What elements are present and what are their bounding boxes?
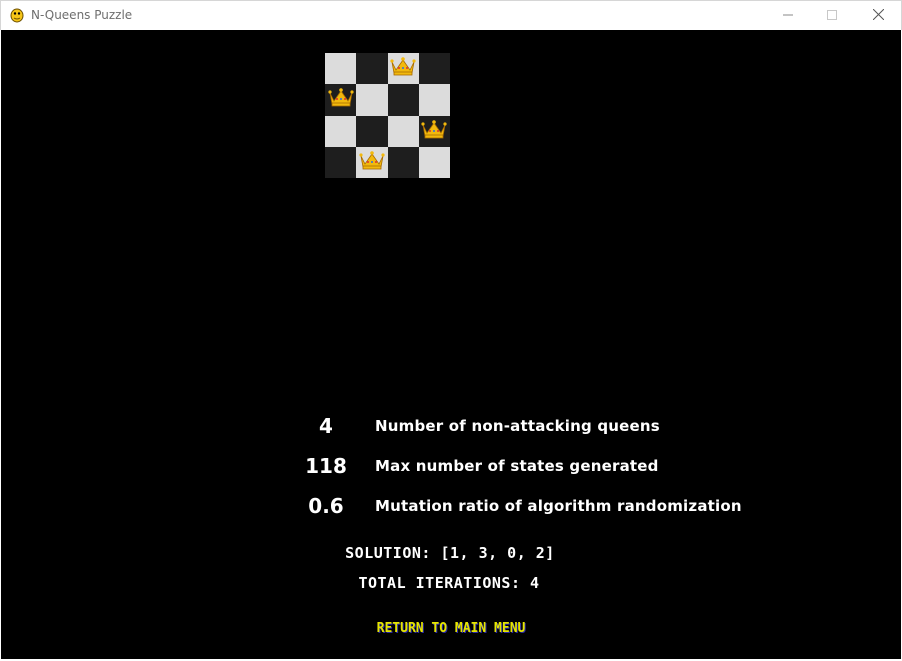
board-cell — [387, 146, 419, 178]
board-cell — [325, 115, 357, 147]
board-cell — [418, 115, 450, 147]
python-snake-icon — [9, 7, 25, 23]
board-cell — [387, 84, 419, 116]
board-cell — [356, 146, 388, 178]
board-cell — [418, 53, 450, 85]
solution-text: SOLUTION: [1, 3, 0, 2] — [345, 544, 555, 562]
board-cell — [325, 84, 357, 116]
stat-label: Mutation ratio of algorithm randomizatio… — [375, 497, 742, 515]
board-cell — [325, 53, 357, 85]
window-titlebar[interactable]: N-Queens Puzzle — [0, 0, 902, 30]
stat-value: 118 — [305, 454, 347, 478]
crown-icon — [421, 119, 447, 144]
board-cell — [325, 146, 357, 178]
stat-row-mutation: 0.6 Mutation ratio of algorithm randomiz… — [1, 494, 901, 524]
board-cell — [356, 84, 388, 116]
crown-icon — [328, 87, 354, 112]
crown-icon — [359, 150, 385, 175]
board-cell — [418, 146, 450, 178]
maximize-icon — [827, 7, 837, 25]
return-to-main-menu-button[interactable]: RETURN TO MAIN MENU — [367, 618, 535, 640]
window-title: N-Queens Puzzle — [31, 8, 133, 22]
minimize-icon — [783, 7, 793, 25]
stat-row-states: 118 Max number of states generated — [1, 454, 901, 484]
stat-value: 0.6 — [308, 494, 344, 518]
game-canvas: 4 Number of non-attacking queens 118 Max… — [1, 30, 901, 659]
board-cell — [418, 84, 450, 116]
board-cell — [356, 53, 388, 85]
maximize-button[interactable] — [809, 1, 855, 31]
close-button[interactable] — [855, 1, 901, 31]
board-cell — [387, 53, 419, 85]
stat-value: 4 — [319, 414, 333, 438]
stat-label: Number of non-attacking queens — [375, 417, 660, 435]
iterations-text: TOTAL ITERATIONS: 4 — [358, 574, 540, 592]
chess-board — [325, 53, 450, 178]
minimize-button[interactable] — [765, 1, 811, 31]
board-cell — [387, 115, 419, 147]
board-cell — [356, 115, 388, 147]
stat-label: Max number of states generated — [375, 457, 659, 475]
close-icon — [872, 7, 884, 25]
stat-row-queens: 4 Number of non-attacking queens — [1, 414, 901, 444]
crown-icon — [390, 56, 416, 81]
